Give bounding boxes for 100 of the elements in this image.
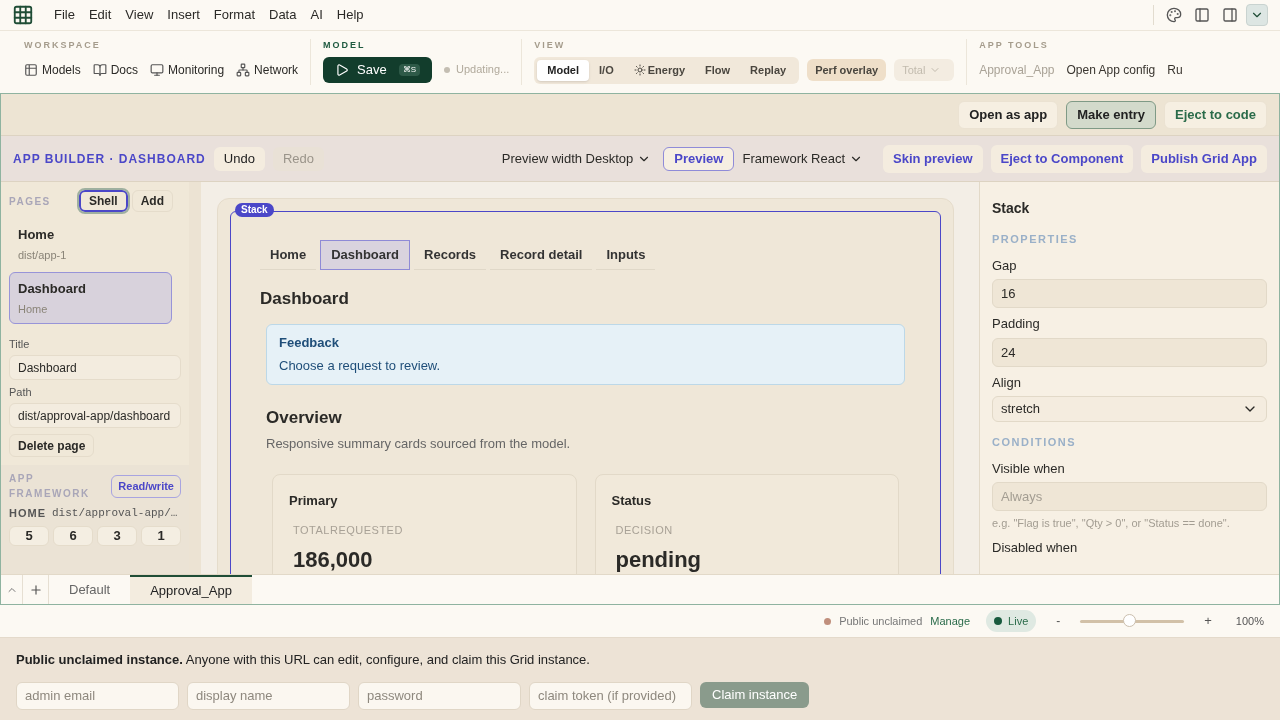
play-icon	[335, 62, 350, 77]
network-icon	[236, 62, 251, 77]
undo-button[interactable]: Undo	[213, 146, 265, 171]
shell-button[interactable]: Shell	[79, 190, 128, 212]
field-label: Align	[992, 373, 1022, 392]
view-tab[interactable]: I/O	[589, 59, 624, 81]
view-tab[interactable]: Replay	[740, 59, 797, 81]
page-field[interactable]: Dashboard	[9, 355, 181, 380]
menu-item[interactable]: Insert	[167, 5, 200, 25]
count-tile: 3	[97, 525, 137, 546]
menu-item[interactable]: Help	[336, 5, 364, 25]
section-title: Overview	[266, 406, 343, 429]
shortcut-badge: ⌘S	[398, 63, 421, 76]
plus-icon	[28, 582, 43, 597]
top-action-button[interactable]: Make entry	[1066, 100, 1157, 129]
builder-title: APP BUILDER · DASHBOARD	[13, 150, 206, 168]
top-action-button[interactable]: Eject to code	[1164, 100, 1267, 129]
zoom-out-button[interactable]: -	[1056, 612, 1061, 630]
visibility-text: Public unclaimed	[839, 613, 923, 629]
right-panel-icon[interactable]	[1222, 7, 1238, 23]
inspector-title: Stack	[992, 199, 1031, 218]
field-hint: e.g. "Flag is true", "Qty > 0", or "Status == done".	[992, 516, 1231, 531]
field-label: Padding	[992, 315, 1041, 333]
page-heading: Dashboard	[260, 288, 350, 310]
group-label: PROPERTIES	[992, 232, 1079, 247]
card-title: Status	[611, 491, 653, 510]
card-value: 186,000	[293, 545, 374, 574]
group-label: VIEW	[534, 39, 567, 52]
view-tab[interactable]: Flow	[695, 59, 741, 81]
card-label: TOTALREQUESTED	[293, 523, 404, 538]
save-button[interactable]: Save ⌘S	[323, 56, 433, 83]
updating-text: Updating...	[456, 62, 510, 78]
app-tool-button[interactable]: Open App config	[1066, 60, 1156, 79]
preview-width-select[interactable]: Preview width Desktop	[501, 148, 652, 169]
pages-label: PAGES	[9, 194, 52, 209]
view-tab[interactable]: Model	[537, 59, 590, 81]
page-item[interactable]: Dashboard Home	[9, 272, 172, 324]
alert-title: Feedback	[279, 333, 340, 352]
menu-item[interactable]: View	[125, 5, 154, 25]
field-label: Visible when	[992, 459, 1066, 478]
menu-item[interactable]: File	[54, 5, 75, 25]
field-label: Title	[9, 337, 31, 352]
count-tile: 1	[141, 525, 181, 546]
claim-message: Public unclaimed instance. Anyone with this URL can edit, configure, and claim this Grid instance.	[16, 651, 591, 669]
app-tab[interactable]: Inputs	[596, 240, 656, 270]
workspace-button[interactable]: Docs	[92, 60, 139, 79]
menu-item[interactable]: Format	[213, 5, 255, 25]
field-label: Disabled when	[992, 538, 1079, 557]
claim-field[interactable]: admin email	[16, 681, 179, 710]
zoom-thumb[interactable]	[1123, 613, 1137, 627]
manage-link[interactable]: Manage	[930, 612, 971, 630]
view-tab[interactable]: Energy	[623, 59, 695, 81]
menu-item[interactable]: Edit	[88, 5, 112, 25]
sheet-tab[interactable]: Default	[49, 575, 131, 604]
app-tab[interactable]: Home	[260, 240, 317, 270]
app-tab[interactable]: Record detail	[490, 240, 593, 270]
claim-field[interactable]: display name	[187, 681, 350, 710]
property-field[interactable]: Always	[992, 482, 1267, 511]
workspace-button[interactable]: Monitoring	[150, 60, 225, 79]
monitor-icon	[150, 62, 165, 77]
property-field[interactable]: 24	[992, 337, 1267, 367]
count-tile: 5	[9, 525, 49, 546]
access-badge: Read/write	[111, 475, 181, 498]
home-path: dist/approval-app/…	[52, 506, 178, 521]
claim-field[interactable]: claim token (if provided)	[529, 681, 692, 710]
app-tab[interactable]: Dashboard	[320, 240, 411, 270]
page-field[interactable]: dist/approval-app/dashboard	[9, 403, 181, 428]
zoom-percent: 100%	[1235, 613, 1264, 629]
left-panel-icon[interactable]	[1194, 7, 1210, 23]
builder-action-button[interactable]: Skin preview	[883, 144, 983, 173]
page-path: dist/app-1	[18, 247, 68, 263]
home-key: HOME	[9, 505, 46, 522]
sheet-tab[interactable]: Approval_App	[130, 575, 252, 604]
page-item[interactable]: Home dist/app-1	[9, 218, 172, 270]
collapse-button[interactable]	[1246, 4, 1268, 26]
app-tab[interactable]: Records	[414, 240, 487, 270]
field-label: Gap	[992, 256, 1018, 275]
claim-field[interactable]: password	[358, 681, 521, 710]
preview-button[interactable]: Preview	[663, 146, 735, 171]
table-icon	[24, 62, 38, 77]
menu-item[interactable]: Data	[269, 5, 297, 25]
app-tool-button[interactable]: Ru	[1167, 60, 1183, 79]
menu-item[interactable]: AI	[310, 5, 323, 25]
workspace-button[interactable]: Network	[236, 60, 299, 79]
builder-action-button[interactable]: Publish Grid App	[1141, 144, 1267, 173]
align-select[interactable]: stretch	[992, 396, 1267, 422]
palette-icon[interactable]	[1166, 7, 1182, 23]
top-action-button[interactable]: Open as app	[958, 100, 1059, 129]
workspace-button[interactable]: Models	[24, 60, 81, 79]
perf-overlay-button[interactable]: Perf overlay	[807, 59, 887, 81]
field-label: Path	[9, 385, 33, 400]
framework-select[interactable]: Framework React	[742, 148, 864, 169]
builder-action-button[interactable]: Eject to Component	[990, 144, 1134, 173]
delete-page-button[interactable]: Delete page	[9, 434, 95, 457]
add-page-button[interactable]: Add	[131, 190, 173, 212]
page-path: Home	[18, 301, 49, 317]
framework-label: APP FRAMEWORK	[9, 472, 91, 501]
zoom-in-button[interactable]: +	[1204, 611, 1212, 631]
property-field[interactable]: 16	[992, 279, 1267, 308]
app-logo-icon[interactable]	[12, 4, 34, 26]
